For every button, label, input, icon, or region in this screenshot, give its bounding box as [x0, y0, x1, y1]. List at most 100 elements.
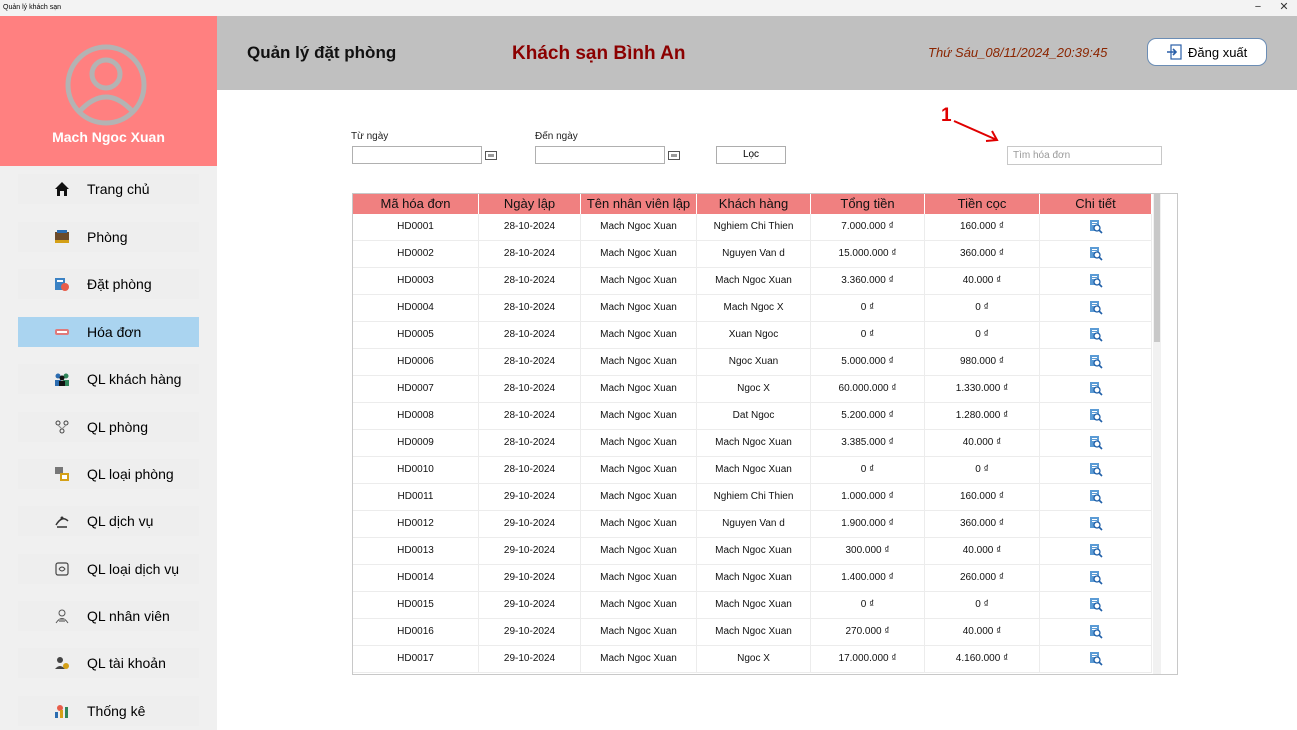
table-cell: Mach Ngoc Xuan [581, 511, 697, 537]
table-cell: 980.000 ₫ [925, 349, 1040, 375]
sidebar-item-11[interactable]: QL tài khoản [18, 648, 199, 678]
table-row[interactable]: HD0003 28-10-2024 Mach Ngoc Xuan Mach Ngoc … [353, 268, 1152, 295]
sidebar-item-label: QL dịch vụ [87, 513, 154, 529]
user-avatar-icon [65, 44, 147, 126]
view-detail-icon[interactable] [1040, 295, 1152, 321]
column-header[interactable]: Tiền cọc [925, 194, 1040, 214]
sidebar-item-3[interactable]: Đặt phòng [18, 269, 199, 299]
table-row[interactable]: HD0004 28-10-2024 Mach Ngoc Xuan Mach Ngoc … [353, 295, 1152, 322]
table-row[interactable]: HD0006 28-10-2024 Mach Ngoc Xuan Ngoc Xuan 5… [353, 349, 1152, 376]
calendar-icon[interactable] [668, 149, 680, 161]
close-button[interactable]: ✕ [1271, 0, 1297, 16]
filter-button[interactable]: Lọc [716, 146, 786, 164]
table-cell: Mach Ngoc Xuan [697, 592, 811, 618]
table-cell: 0 ₫ [925, 592, 1040, 618]
table-cell: 28-10-2024 [479, 322, 581, 348]
table-cell: Ngoc Xuan [697, 349, 811, 375]
room-icon [50, 227, 74, 247]
table-cell: 0 ₫ [811, 592, 925, 618]
view-detail-icon[interactable] [1040, 619, 1152, 645]
view-detail-icon[interactable] [1040, 349, 1152, 375]
column-header[interactable]: Khách hàng [697, 194, 811, 214]
table-cell: Mach Ngoc Xuan [697, 565, 811, 591]
table-cell: 1.280.000 ₫ [925, 403, 1040, 429]
sidebar-item-8[interactable]: QL dịch vụ [18, 506, 199, 536]
table-cell: Mach Ngoc Xuan [581, 484, 697, 510]
staff-icon [50, 606, 74, 626]
table-row[interactable]: HD0008 28-10-2024 Mach Ngoc Xuan Dat Ngoc 5.… [353, 403, 1152, 430]
view-detail-icon[interactable] [1040, 538, 1152, 564]
to-date-input[interactable] [535, 146, 665, 164]
view-detail-icon[interactable] [1040, 457, 1152, 483]
view-detail-icon[interactable] [1040, 430, 1152, 456]
sidebar-item-5[interactable]: QL khách hàng [18, 364, 199, 394]
column-header[interactable]: Mã hóa đơn [353, 194, 479, 214]
view-detail-icon[interactable] [1040, 241, 1152, 267]
table-cell: HD0011 [353, 484, 479, 510]
view-detail-icon[interactable] [1040, 214, 1152, 240]
table-cell: HD0005 [353, 322, 479, 348]
table-scrollbar[interactable] [1153, 194, 1161, 674]
table-cell: HD0001 [353, 214, 479, 240]
datetime-display: Thứ Sáu_08/11/2024_20:39:45 [928, 45, 1108, 60]
table-cell: Mach Ngoc Xuan [581, 403, 697, 429]
annotation-arrow-icon [953, 120, 999, 142]
table-cell: 29-10-2024 [479, 592, 581, 618]
table-row[interactable]: HD0007 28-10-2024 Mach Ngoc Xuan Ngoc X 60.0… [353, 376, 1152, 403]
column-header[interactable]: Tên nhân viên lập [581, 194, 697, 214]
table-cell: Mach Ngoc Xuan [581, 619, 697, 645]
from-date-input[interactable] [352, 146, 482, 164]
table-cell: HD0016 [353, 619, 479, 645]
view-detail-icon[interactable] [1040, 322, 1152, 348]
table-cell: HD0009 [353, 430, 479, 456]
table-cell: 40.000 ₫ [925, 538, 1040, 564]
profile-panel: Mach Ngoc Xuan [0, 16, 217, 166]
table-cell: 270.000 ₫ [811, 619, 925, 645]
column-header[interactable]: Ngày lập [479, 194, 581, 214]
sidebar-item-6[interactable]: QL phòng [18, 412, 199, 442]
stats-icon [50, 701, 74, 721]
table-row[interactable]: HD0012 29-10-2024 Mach Ngoc Xuan Nguyen Van… [353, 511, 1152, 538]
view-detail-icon[interactable] [1040, 268, 1152, 294]
sidebar-item-12[interactable]: Thống kê [18, 696, 199, 726]
table-row[interactable]: HD0015 29-10-2024 Mach Ngoc Xuan Mach Ngoc … [353, 592, 1152, 619]
table-cell: HD0007 [353, 376, 479, 402]
sidebar-item-9[interactable]: QL loại dịch vụ [18, 554, 199, 584]
logout-button[interactable]: Đăng xuất [1147, 38, 1267, 66]
table-row[interactable]: HD0009 28-10-2024 Mach Ngoc Xuan Mach Ngoc … [353, 430, 1152, 457]
table-cell: 29-10-2024 [479, 484, 581, 510]
sidebar-item-2[interactable]: Phòng [18, 222, 199, 252]
view-detail-icon[interactable] [1040, 376, 1152, 402]
table-row[interactable]: HD0011 29-10-2024 Mach Ngoc Xuan Nghiem Chi… [353, 484, 1152, 511]
table-row[interactable]: HD0001 28-10-2024 Mach Ngoc Xuan Nghiem Chi… [353, 214, 1152, 241]
table-cell: HD0012 [353, 511, 479, 537]
view-detail-icon[interactable] [1040, 592, 1152, 618]
sidebar-item-4[interactable]: Hóa đơn [18, 317, 199, 347]
view-detail-icon[interactable] [1040, 565, 1152, 591]
minimize-button[interactable]: − [1245, 0, 1271, 16]
search-input[interactable]: Tìm hóa đơn [1007, 146, 1162, 165]
table-row[interactable]: HD0016 29-10-2024 Mach Ngoc Xuan Mach Ngoc … [353, 619, 1152, 646]
sidebar-item-1[interactable]: Trang chủ [18, 174, 199, 204]
table-row[interactable]: HD0013 29-10-2024 Mach Ngoc Xuan Mach Ngoc … [353, 538, 1152, 565]
column-header[interactable]: Chi tiết [1040, 194, 1152, 214]
table-row[interactable]: HD0010 28-10-2024 Mach Ngoc Xuan Mach Ngoc … [353, 457, 1152, 484]
sidebar-item-label: QL tài khoản [87, 655, 166, 671]
sidebar-item-10[interactable]: QL nhân viên [18, 601, 199, 631]
from-date-label: Từ ngày [351, 131, 389, 142]
table-row[interactable]: HD0017 29-10-2024 Mach Ngoc Xuan Ngoc X 17.0… [353, 646, 1152, 673]
table-cell: 1.330.000 ₫ [925, 376, 1040, 402]
table-row[interactable]: HD0005 28-10-2024 Mach Ngoc Xuan Xuan Ngoc 0… [353, 322, 1152, 349]
view-detail-icon[interactable] [1040, 403, 1152, 429]
view-detail-icon[interactable] [1040, 646, 1152, 672]
table-row[interactable]: HD0002 28-10-2024 Mach Ngoc Xuan Nguyen Van… [353, 241, 1152, 268]
table-cell: Mach Ngoc Xuan [581, 241, 697, 267]
calendar-icon[interactable] [485, 149, 497, 161]
table-cell: 5.000.000 ₫ [811, 349, 925, 375]
column-header[interactable]: Tổng tiền [811, 194, 925, 214]
table-row[interactable]: HD0014 29-10-2024 Mach Ngoc Xuan Mach Ngoc … [353, 565, 1152, 592]
scrollbar-thumb[interactable] [1154, 194, 1160, 342]
view-detail-icon[interactable] [1040, 511, 1152, 537]
sidebar-item-7[interactable]: QL loại phòng [18, 459, 199, 489]
view-detail-icon[interactable] [1040, 484, 1152, 510]
